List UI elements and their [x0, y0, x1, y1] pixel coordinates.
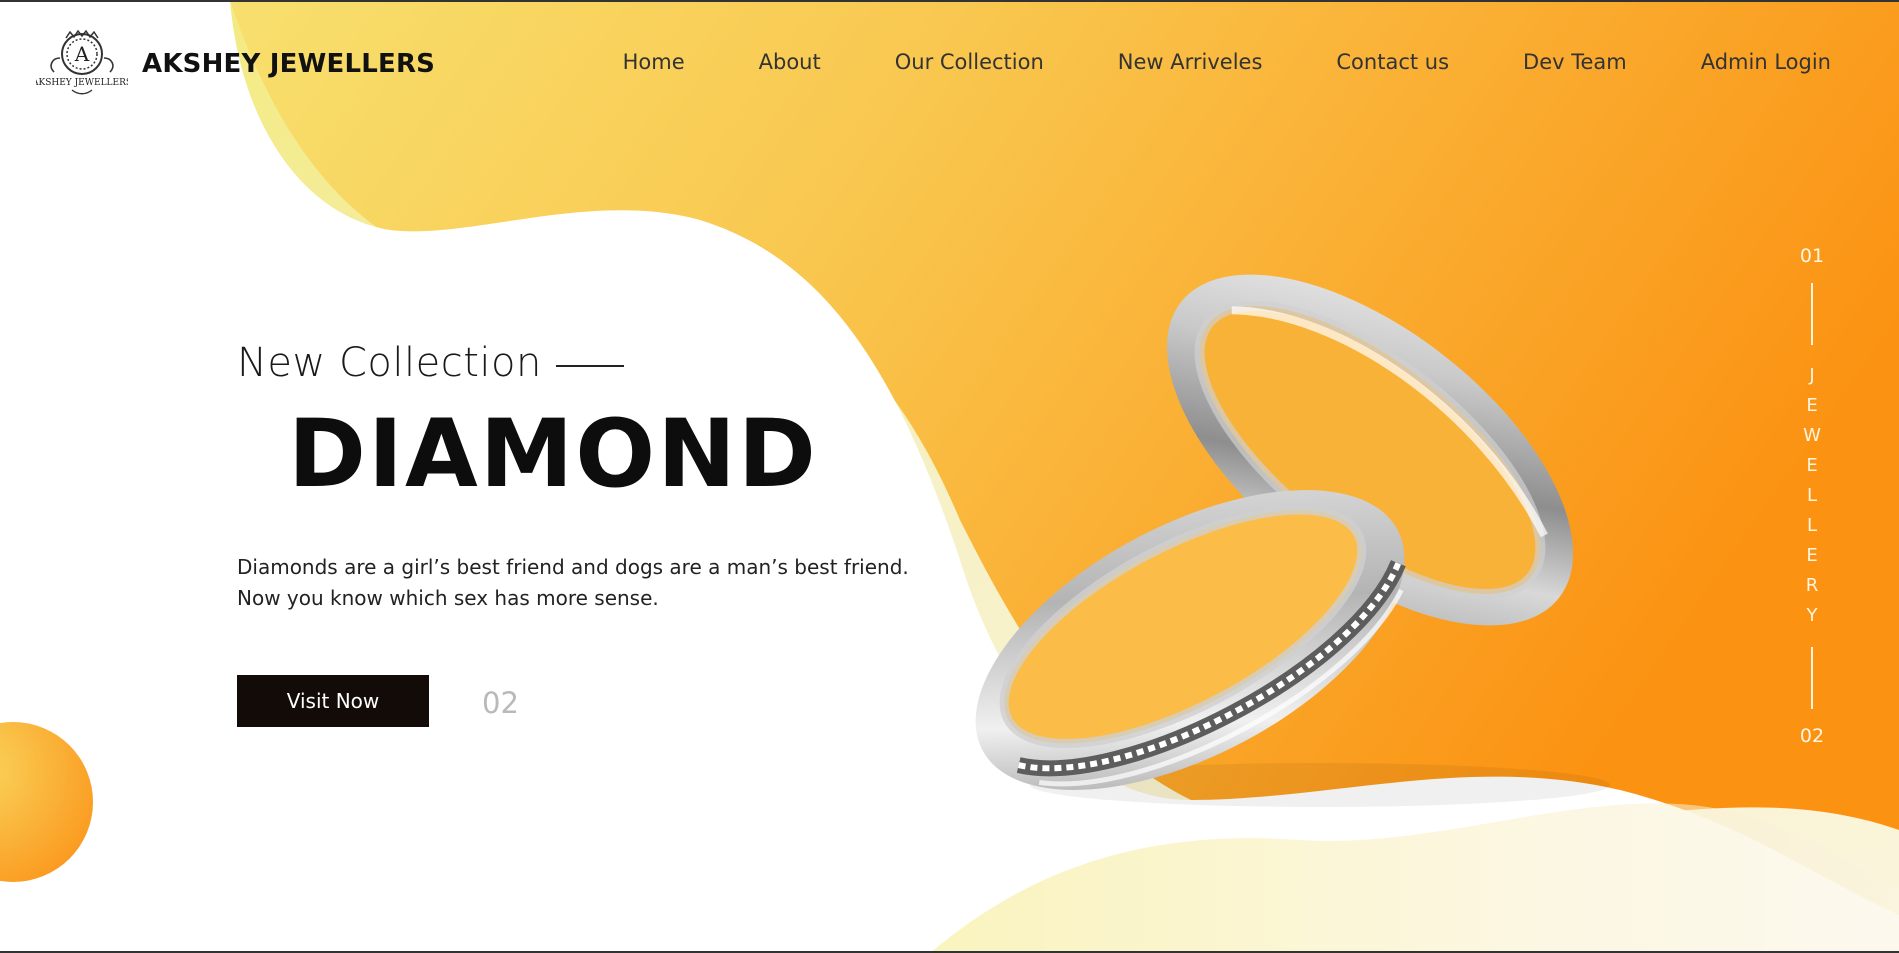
indicator-line-bottom	[1811, 647, 1813, 709]
indicator-letter: R	[1805, 575, 1819, 596]
hero-description: Diamonds are a girl’s best friend and do…	[237, 555, 909, 610]
svg-text:AKSHEY JEWELLERS: AKSHEY JEWELLERS	[36, 78, 128, 88]
nav-new-arrivals[interactable]: New Arriveles	[1118, 50, 1263, 74]
slide-number: 02	[482, 686, 519, 720]
indicator-letter: W	[1803, 425, 1821, 446]
hero-headline: DIAMOND	[288, 400, 818, 509]
indicator-letter: L	[1806, 515, 1818, 536]
nav-dev-team[interactable]: Dev Team	[1523, 50, 1627, 74]
eyebrow-divider	[555, 365, 624, 367]
indicator-start: 01	[1799, 245, 1825, 267]
indicator-line-top	[1811, 283, 1813, 345]
nav-home[interactable]: Home	[623, 50, 685, 74]
indicator-letter: E	[1806, 455, 1818, 476]
indicator-letter: J	[1809, 365, 1815, 386]
wedding-rings-image	[975, 274, 1610, 807]
hero-content: New Collection DIAMOND Diamonds are a gi…	[237, 340, 909, 727]
window-top-border	[0, 0, 1899, 2]
nav-contact-us[interactable]: Contact us	[1336, 50, 1449, 74]
monogram-crest-icon: A AKSHEY JEWELLERS	[36, 29, 128, 95]
slide-indicator: 01 J E W E L L E R Y 02	[1790, 245, 1834, 790]
hero-eyebrow: New Collection	[237, 340, 624, 386]
site-header: A AKSHEY JEWELLERS AKSHEY JEWELLERS Home…	[0, 0, 1899, 130]
visit-now-button[interactable]: Visit Now	[237, 675, 429, 727]
indicator-end: 02	[1799, 725, 1825, 747]
indicator-letter: Y	[1806, 605, 1818, 626]
indicator-word: J E W E L L E R Y	[1790, 361, 1834, 631]
indicator-letter: L	[1806, 485, 1818, 506]
nav-admin-login[interactable]: Admin Login	[1701, 50, 1831, 74]
indicator-letter: E	[1806, 545, 1818, 566]
eyebrow-text: New Collection	[237, 340, 542, 386]
brand-name: AKSHEY JEWELLERS	[142, 49, 436, 79]
svg-text:A: A	[74, 42, 90, 66]
indicator-letter: E	[1806, 395, 1818, 416]
nav-about[interactable]: About	[759, 50, 821, 74]
brand[interactable]: A AKSHEY JEWELLERS AKSHEY JEWELLERS	[36, 28, 435, 100]
nav-our-collection[interactable]: Our Collection	[895, 50, 1044, 74]
main-nav: Home About Our Collection New Arriveles …	[623, 50, 1831, 74]
